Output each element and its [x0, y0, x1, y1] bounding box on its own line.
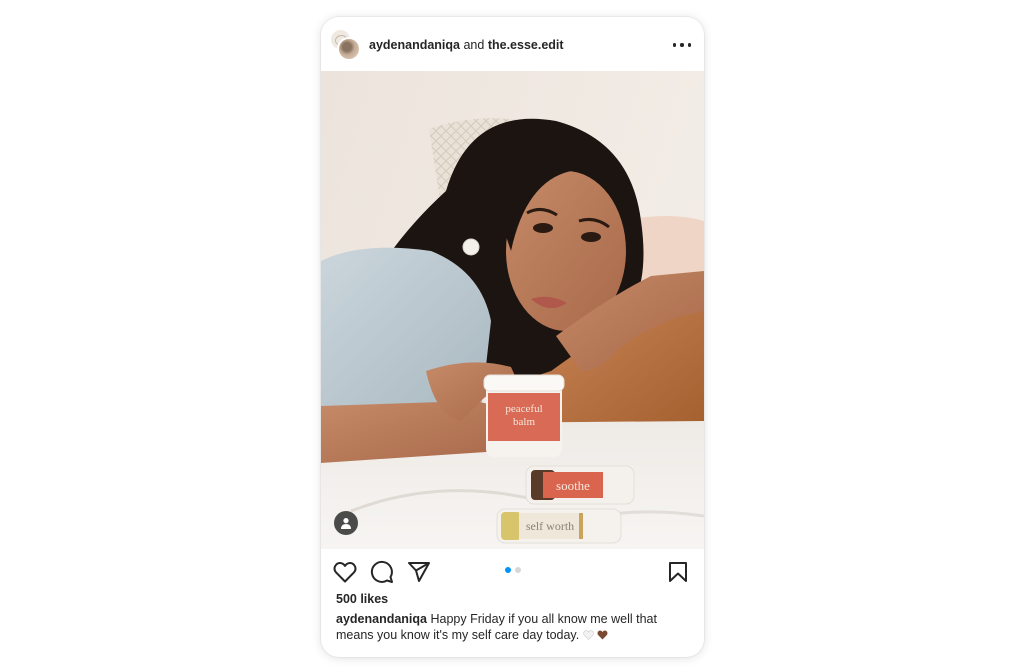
comment-bubble-icon [370, 560, 393, 583]
post-actions [321, 549, 704, 593]
collab-conjunction: and [463, 38, 485, 52]
bookmark-icon [669, 562, 687, 582]
carousel-dot-active [505, 567, 511, 573]
collab-avatars[interactable] [329, 28, 361, 62]
soothe-roller: soothe [525, 465, 635, 505]
heart-outline-icon [333, 562, 357, 583]
person-tag-icon [341, 518, 351, 529]
jar-label-line1: peaceful [505, 403, 542, 415]
balm-jar: peaceful balm [483, 374, 565, 457]
collaborator-username[interactable]: the.esse.edit [488, 38, 564, 52]
like-button[interactable] [332, 560, 358, 584]
post-header: aydenandaniqa and the.esse.edit [321, 17, 704, 71]
tube1-label: soothe [556, 478, 590, 493]
comment-button[interactable] [369, 560, 395, 584]
self-worth-roller: self worth [496, 508, 622, 544]
post-photo[interactable]: peaceful balm soothe self worth [321, 71, 704, 549]
tube2-label: self worth [526, 519, 574, 533]
share-button[interactable] [406, 560, 432, 584]
post-author-line: aydenandaniqa and the.esse.edit [369, 38, 564, 52]
earring [462, 238, 480, 256]
carousel-dot [515, 567, 521, 573]
author-avatar[interactable] [337, 37, 361, 61]
brown-heart-emoji-icon [597, 630, 608, 640]
more-options-button[interactable] [673, 37, 691, 53]
ellipsis-icon [673, 43, 677, 47]
save-button[interactable] [665, 560, 691, 584]
white-heart-emoji-icon [582, 630, 594, 640]
carousel-indicator [505, 567, 521, 573]
instagram-post-card: aydenandaniqa and the.esse.edit peaceful… [321, 17, 704, 657]
caption-username[interactable]: aydenandaniqa [336, 612, 427, 626]
paper-plane-icon [408, 562, 430, 582]
author-username[interactable]: aydenandaniqa [369, 38, 460, 52]
post-caption: aydenandaniqa Happy Friday if you all kn… [336, 611, 692, 643]
photo-illustration: peaceful balm soothe self worth [321, 71, 704, 549]
jar-label-line2: balm [513, 416, 535, 428]
tagged-people-button[interactable] [334, 511, 358, 535]
like-count[interactable]: 500 likes [336, 592, 388, 606]
